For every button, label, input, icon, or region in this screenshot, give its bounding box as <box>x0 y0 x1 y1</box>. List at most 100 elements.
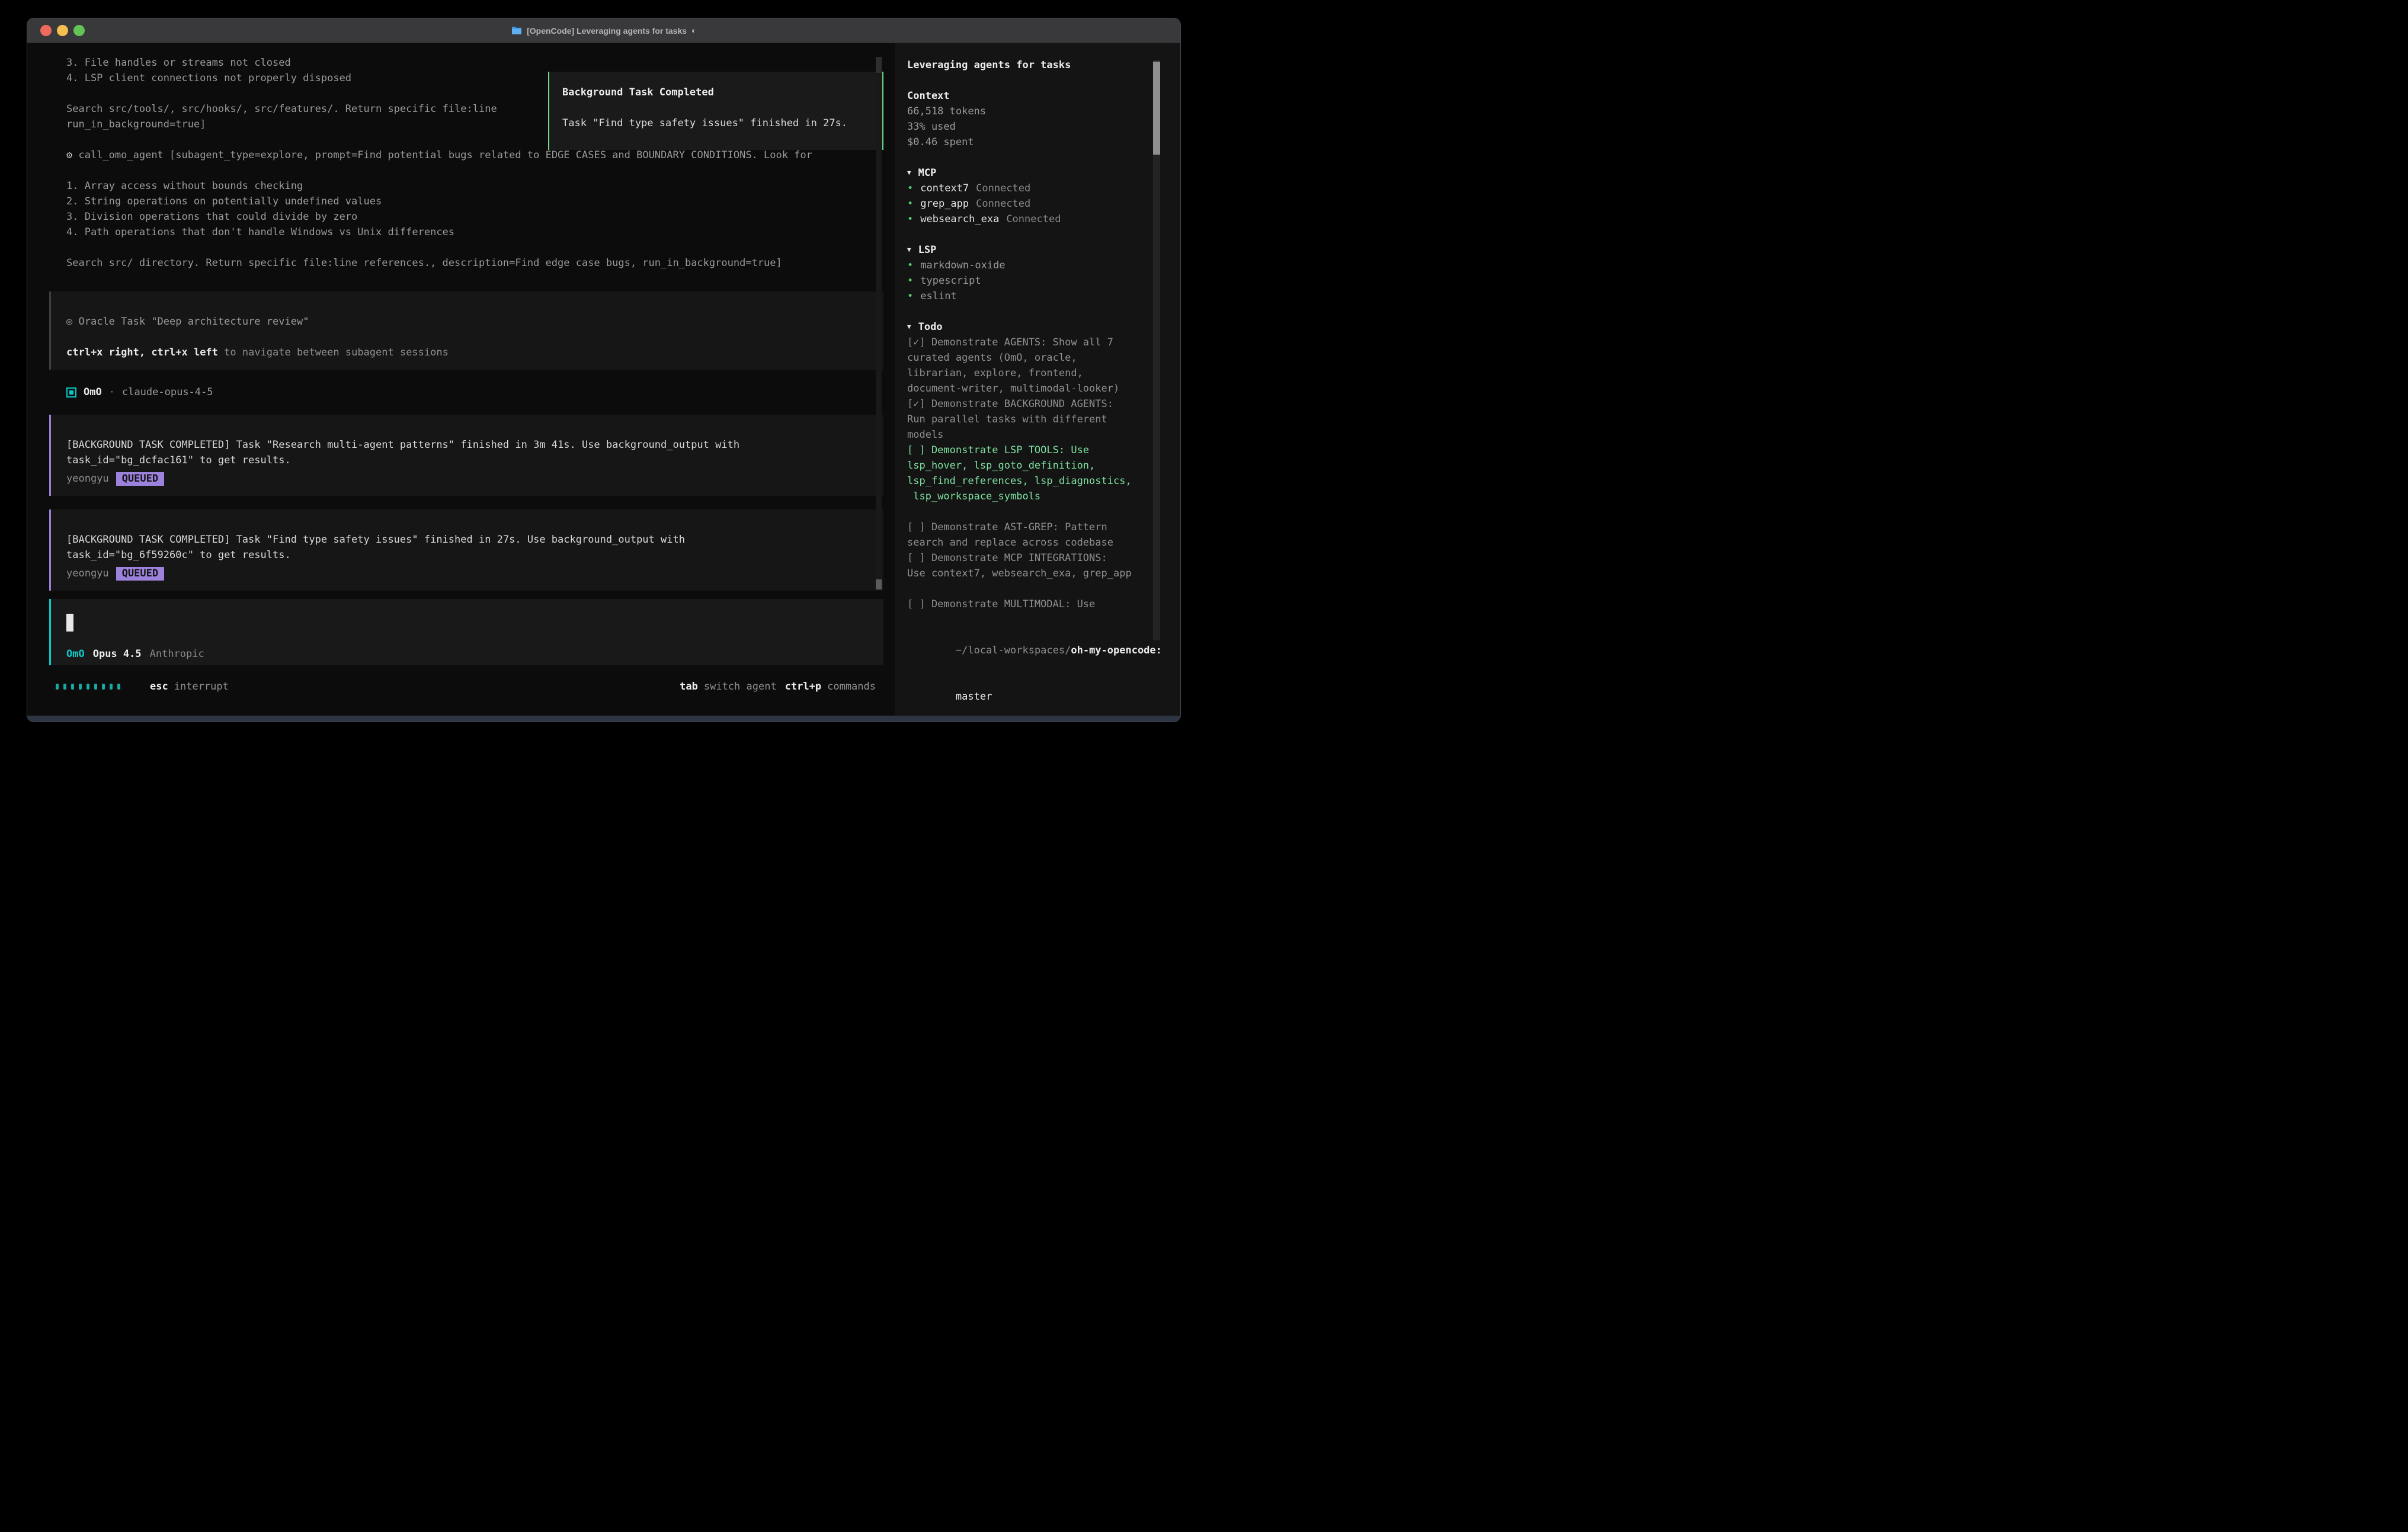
lsp-item: • markdown-oxide <box>907 258 1150 273</box>
oracle-task-card: ◎ Oracle Task "Deep architecture review"… <box>49 291 883 370</box>
background-task-toast: Background Task Completed Task "Find typ… <box>548 72 883 150</box>
green-dot-icon: • <box>907 181 913 196</box>
ctrlp-shortcut[interactable]: ctrl+p <box>785 681 821 693</box>
gear-icon: ⚙ <box>66 149 72 161</box>
omo-agent-icon <box>66 387 76 398</box>
working-spinner <box>56 684 120 690</box>
context-used: 33% used <box>907 119 1150 134</box>
lsp-item: • eslint <box>907 289 1150 304</box>
close-button[interactable] <box>40 25 52 36</box>
zoom-button[interactable] <box>73 25 85 36</box>
text-cursor <box>66 614 73 632</box>
todo-section-header[interactable]: ▼ Todo <box>907 319 1150 335</box>
bg-task-message-line: [BACKGROUND TASK COMPLETED] Task "Resear… <box>66 437 870 453</box>
todo-line: [ ] Demonstrate MULTIMODAL: Use <box>907 597 1150 612</box>
prompt-input[interactable]: OmO Opus 4.5 Anthropic <box>49 599 883 665</box>
scrollback-line: 2. String operations on potentially unde… <box>66 194 812 209</box>
queued-badge: QUEUED <box>116 472 164 486</box>
toast-title: Background Task Completed <box>562 85 869 100</box>
lsp-item: • typescript <box>907 273 1150 289</box>
separator-dot: · <box>109 386 115 398</box>
agent-name: OmO <box>84 386 102 398</box>
green-dot-icon: • <box>907 196 913 211</box>
tool-call-text: call_omo_agent [subagent_type=explore, p… <box>79 149 812 161</box>
chevron-down-icon: ▼ <box>907 165 911 181</box>
subagent-nav-hint: ctrl+x right, ctrl+x left to navigate be… <box>66 345 870 360</box>
toast-body: Task "Find type safety issues" finished … <box>562 116 869 131</box>
window-bottom-strip <box>27 716 1180 722</box>
half-moon-icon: ◐ <box>691 26 696 35</box>
context-header: Context <box>907 88 1150 104</box>
model-status-line: OmO Opus 4.5 Anthropic <box>66 648 883 660</box>
target-icon: ◎ <box>66 316 72 328</box>
chevron-down-icon: ▼ <box>907 242 911 258</box>
todo-line-active: [ ] Demonstrate LSP TOOLS: Use <box>907 443 1150 458</box>
esc-shortcut[interactable]: esc <box>150 681 168 693</box>
todo-line: search and replace across codebase <box>907 535 1150 550</box>
context-tokens: 66,518 tokens <box>907 104 1150 119</box>
todo-line-active: lsp_hover, lsp_goto_definition, <box>907 458 1150 473</box>
status-bar: esc interrupt tab switch agent ctrl+p co… <box>56 679 876 694</box>
active-agent-name: OmO <box>66 648 85 660</box>
todo-line: document-writer, multimodal-looker) <box>907 381 1150 396</box>
scrollback-line: Search src/ directory. Return specific f… <box>66 255 812 271</box>
scrollback-line: 3. Division operations that could divide… <box>66 209 812 225</box>
window-title: [OpenCode] Leveraging agents for tasks ◐ <box>511 26 696 36</box>
title-bar: [OpenCode] Leveraging agents for tasks ◐ <box>27 18 1180 43</box>
todo-line: [✓] Demonstrate BACKGROUND AGENTS: <box>907 396 1150 412</box>
bg-task-message-line: task_id="bg_dcfac161" to get results. <box>66 453 870 468</box>
git-branch: master <box>907 674 1150 720</box>
session-sidebar: Leveraging agents for tasks Context 66,5… <box>895 43 1181 716</box>
todo-line-active: lsp_workspace_symbols <box>907 489 1150 504</box>
main-scrollbar-top-segment <box>876 57 882 73</box>
agent-model: claude-opus-4-5 <box>122 386 213 398</box>
minimize-button[interactable] <box>57 25 68 36</box>
todo-line: curated agents (OmO, oracle, <box>907 350 1150 366</box>
bg-task-card-1: [BACKGROUND TASK COMPLETED] Task "Resear… <box>49 415 883 496</box>
todo-line: models <box>907 427 1150 443</box>
traffic-lights <box>40 18 85 43</box>
main-scrollbar-thumb[interactable] <box>876 579 882 589</box>
chevron-down-icon: ▼ <box>907 319 911 335</box>
mcp-item: • grep_app Connected <box>907 196 1150 211</box>
queued-badge: QUEUED <box>116 567 164 581</box>
esc-shortcut-label: interrupt <box>174 681 229 693</box>
mcp-item: • context7 Connected <box>907 181 1150 196</box>
workspace-path: ~/local-workspaces/oh-my-opencode: <box>907 627 1150 674</box>
bg-task-message-line: task_id="bg_6f59260c" to get results. <box>66 547 870 563</box>
task-user: yeongyu <box>66 568 109 579</box>
todo-line: Run parallel tasks with different <box>907 412 1150 427</box>
bg-task-message-line: [BACKGROUND TASK COMPLETED] Task "Find t… <box>66 532 870 547</box>
tab-shortcut[interactable]: tab <box>680 681 698 693</box>
mcp-section-header[interactable]: ▼ MCP <box>907 165 1150 181</box>
green-dot-icon: • <box>907 258 913 273</box>
mcp-item: • websearch_exa Connected <box>907 211 1150 227</box>
model-provider: Anthropic <box>150 648 204 660</box>
todo-line: [ ] Demonstrate MCP INTEGRATIONS: <box>907 550 1150 566</box>
chat-transcript-area[interactable]: 3. File handles or streams not closed 4.… <box>27 43 895 716</box>
green-dot-icon: • <box>907 289 913 304</box>
agent-header: OmO · claude-opus-4-5 <box>66 384 213 400</box>
task-user: yeongyu <box>66 473 109 485</box>
sidebar-scrollbar-thumb[interactable] <box>1153 62 1160 155</box>
lsp-section-header[interactable]: ▼ LSP <box>907 242 1150 258</box>
scrollback-line: 4. Path operations that don't handle Win… <box>66 225 812 240</box>
terminal-window: [OpenCode] Leveraging agents for tasks ◐… <box>27 18 1181 722</box>
scrollback-line: 3. File handles or streams not closed <box>66 55 812 70</box>
scrollback-line: 1. Array access without bounds checking <box>66 178 812 194</box>
window-title-text: [OpenCode] Leveraging agents for tasks <box>527 26 687 36</box>
green-dot-icon: • <box>907 211 913 227</box>
folder-icon <box>511 26 522 35</box>
ctrlp-shortcut-label: commands <box>827 681 876 693</box>
todo-line: [✓] Demonstrate AGENTS: Show all 7 <box>907 335 1150 350</box>
todo-line-active: lsp_find_references, lsp_diagnostics, <box>907 473 1150 489</box>
todo-line: [ ] Demonstrate AST-GREP: Pattern <box>907 520 1150 535</box>
main-scrollbar-track[interactable] <box>876 57 882 590</box>
oracle-task-title: ◎ Oracle Task "Deep architecture review" <box>66 314 870 329</box>
green-dot-icon: • <box>907 273 913 289</box>
tab-shortcut-label: switch agent <box>704 681 777 693</box>
todo-line: librarian, explore, frontend, <box>907 366 1150 381</box>
bg-task-card-2: [BACKGROUND TASK COMPLETED] Task "Find t… <box>49 509 883 591</box>
context-spent: $0.46 spent <box>907 134 1150 150</box>
active-model-name: Opus 4.5 <box>93 648 142 660</box>
